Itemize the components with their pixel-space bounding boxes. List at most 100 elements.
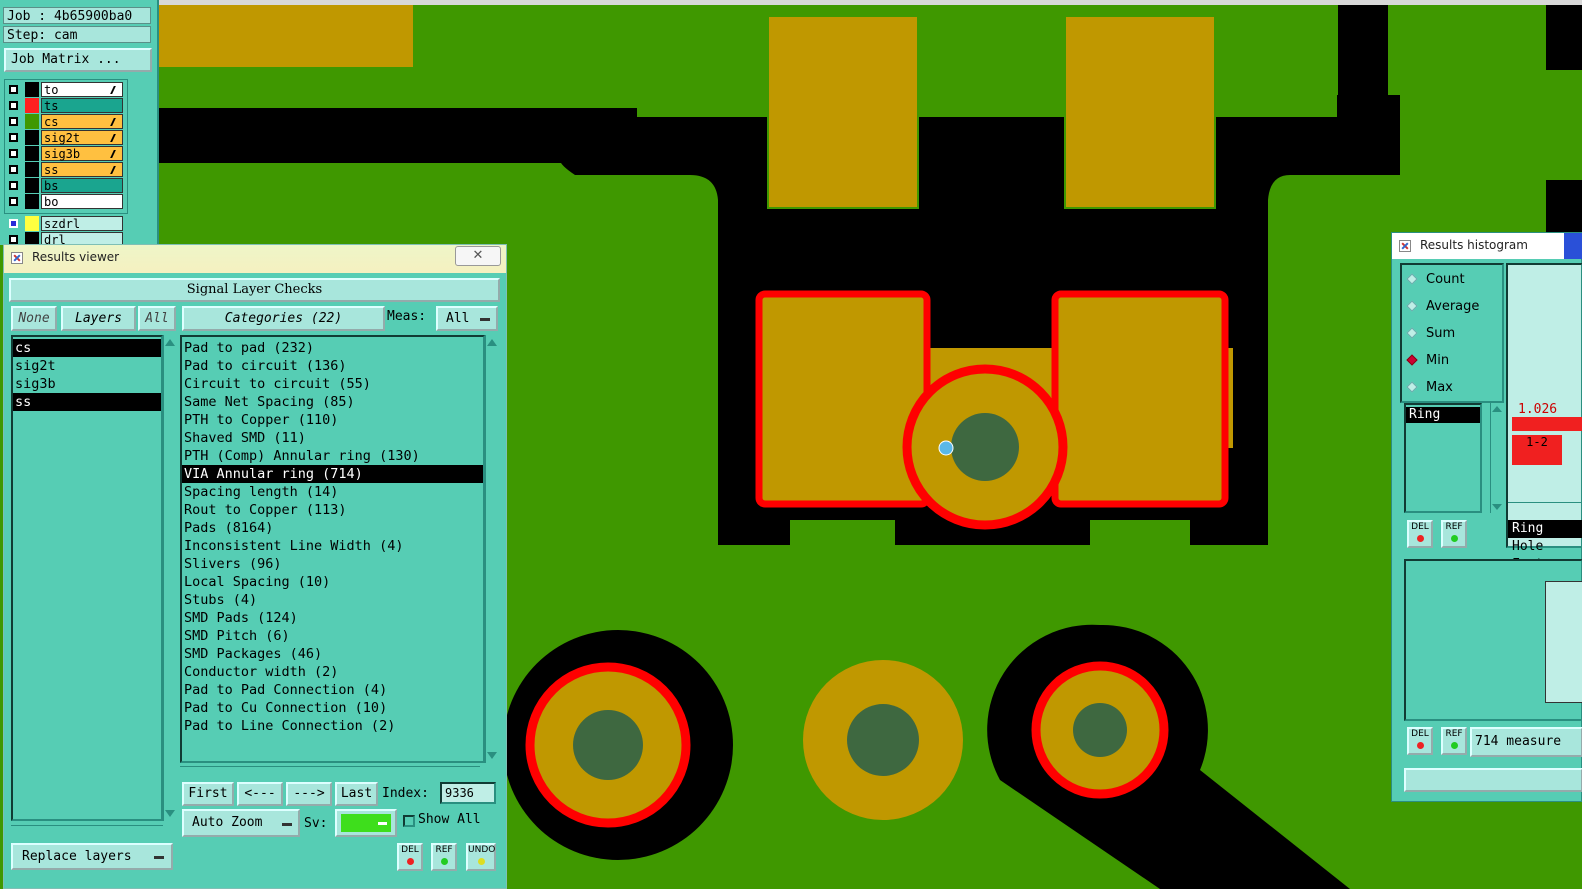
mode-radio-min[interactable]: Min (1404, 352, 1499, 370)
layer-checkbox[interactable] (9, 149, 18, 158)
filter-none-button[interactable]: None (11, 306, 57, 331)
layer-checkbox[interactable] (9, 165, 18, 174)
del-button[interactable]: DEL (1407, 520, 1433, 548)
prev-button[interactable]: <--- (237, 782, 283, 806)
layer-row-to[interactable]: to (7, 82, 123, 98)
layer-row-bo[interactable]: bo (7, 194, 123, 210)
category-item[interactable]: Stubs (4) (182, 591, 483, 609)
attr-list-item[interactable]: Hole (1508, 538, 1582, 556)
close-button[interactable]: ✕ (455, 246, 501, 266)
scroll-down-icon[interactable] (487, 752, 497, 759)
layer-list-item[interactable]: ss (13, 393, 161, 411)
layer-checkbox[interactable] (9, 181, 18, 190)
mode-radio-max[interactable]: Max (1404, 379, 1499, 397)
layer-color-swatch[interactable] (25, 194, 39, 209)
filter-layers-button[interactable]: Layers (61, 306, 136, 331)
histogram-list-scrollbar[interactable] (1490, 403, 1502, 513)
layer-checkbox[interactable] (9, 85, 18, 94)
attr-list-item[interactable]: Ring (1508, 520, 1582, 538)
layer-row-szdrl[interactable]: szdrl (7, 216, 123, 232)
undo-button[interactable]: UNDO (466, 843, 496, 871)
layers-scrollbar[interactable] (163, 335, 175, 821)
histogram-bar[interactable] (1512, 417, 1582, 431)
layer-name[interactable]: szdrl (41, 216, 123, 231)
layer-name[interactable]: to (41, 82, 123, 97)
layer-checkbox[interactable] (9, 219, 18, 228)
category-item[interactable]: SMD Pitch (6) (182, 627, 483, 645)
category-item[interactable]: PTH to Copper (110) (182, 411, 483, 429)
category-item[interactable]: SMD Pads (124) (182, 609, 483, 627)
mode-radio-count[interactable]: Count (1404, 271, 1499, 289)
category-item[interactable]: Rout to Copper (113) (182, 501, 483, 519)
category-item[interactable]: Circuit to circuit (55) (182, 375, 483, 393)
category-item[interactable]: PTH (Comp) Annular ring (130) (182, 447, 483, 465)
category-item[interactable]: Conductor width (2) (182, 663, 483, 681)
next-button[interactable]: ---> (286, 782, 332, 806)
layer-color-swatch[interactable] (25, 162, 39, 177)
scroll-up-icon[interactable] (487, 339, 497, 346)
job-matrix-button[interactable]: Job Matrix ... (4, 48, 152, 72)
category-item[interactable]: SMD Packages (46) (182, 645, 483, 663)
ref-button[interactable]: REF (431, 843, 457, 871)
show-all-checkbox[interactable] (403, 815, 415, 827)
category-item[interactable]: Shaved SMD (11) (182, 429, 483, 447)
layer-checkbox[interactable] (9, 197, 18, 206)
category-item[interactable]: Pad to Cu Connection (10) (182, 699, 483, 717)
layer-row-ts[interactable]: ts (7, 98, 123, 114)
category-item[interactable]: Pad to Line Connection (2) (182, 717, 483, 735)
scroll-down-icon[interactable] (1492, 504, 1502, 510)
last-button[interactable]: Last (335, 782, 378, 806)
category-item[interactable]: Slivers (96) (182, 555, 483, 573)
layers-hscrollbar[interactable] (11, 825, 163, 837)
categories-scrollbar[interactable] (485, 335, 497, 763)
layer-checkbox[interactable] (9, 133, 18, 142)
sv-color-dropdown[interactable] (335, 809, 397, 837)
layer-checkbox[interactable] (9, 117, 18, 126)
categories-button[interactable]: Categories (22) (182, 306, 385, 331)
filter-all-button[interactable]: All (138, 306, 176, 331)
layer-color-swatch[interactable] (25, 114, 39, 129)
layer-row-sig2t[interactable]: sig2t (7, 130, 123, 146)
layer-name[interactable]: bs (41, 178, 123, 193)
layer-name[interactable]: sig2t (41, 130, 123, 145)
del-button-2[interactable]: DEL (1407, 727, 1433, 755)
category-item[interactable]: VIA Annular ring (714) (182, 465, 483, 483)
category-item[interactable]: Inconsistent Line Width (4) (182, 537, 483, 555)
auto-zoom-dropdown[interactable]: Auto Zoom (182, 809, 300, 837)
layer-color-swatch[interactable] (25, 130, 39, 145)
layer-name[interactable]: ts (41, 98, 123, 113)
radio-diamond-icon[interactable] (1406, 327, 1418, 339)
category-item[interactable]: Pad to pad (232) (182, 339, 483, 357)
radio-diamond-icon[interactable] (1406, 300, 1418, 312)
radio-diamond-icon[interactable] (1406, 354, 1418, 366)
ref-button-2[interactable]: REF (1441, 727, 1467, 755)
layer-list-item[interactable]: sig2t (13, 357, 161, 375)
scroll-up-icon[interactable] (165, 339, 175, 346)
layer-list-item[interactable]: sig3b (13, 375, 161, 393)
layer-row-bs[interactable]: bs (7, 178, 123, 194)
layer-checkbox[interactable] (9, 101, 18, 110)
layer-name[interactable]: ss (41, 162, 123, 177)
scroll-up-icon[interactable] (1492, 406, 1502, 412)
del-button[interactable]: DEL (397, 843, 423, 871)
histogram-hscrollbar[interactable] (1508, 502, 1582, 515)
categories-hscrollbar[interactable] (180, 766, 480, 778)
layer-row-sig3b[interactable]: sig3b (7, 146, 123, 162)
layer-list-item[interactable]: cs (13, 339, 161, 357)
scroll-down-icon[interactable] (165, 810, 175, 817)
category-item[interactable]: Same Net Spacing (85) (182, 393, 483, 411)
layer-name[interactable]: bo (41, 194, 123, 209)
meas-dropdown[interactable]: All (436, 306, 498, 331)
category-item[interactable]: Local Spacing (10) (182, 573, 483, 591)
layers-list[interactable]: cs sig2t sig3b ss (11, 335, 163, 821)
categories-list[interactable]: Pad to pad (232) Pad to circuit (136) Circ… (180, 335, 485, 763)
radio-diamond-icon[interactable] (1406, 381, 1418, 393)
mode-radio-average[interactable]: Average (1404, 298, 1499, 316)
index-input[interactable]: 9336 (440, 782, 496, 804)
layer-row-cs[interactable]: cs (7, 114, 123, 130)
histogram-list[interactable]: Ring (1404, 403, 1482, 513)
layer-name[interactable]: cs (41, 114, 123, 129)
layer-color-swatch[interactable] (25, 178, 39, 193)
layer-color-swatch[interactable] (25, 82, 39, 97)
title-bar[interactable]: Results histogram (1392, 233, 1582, 259)
